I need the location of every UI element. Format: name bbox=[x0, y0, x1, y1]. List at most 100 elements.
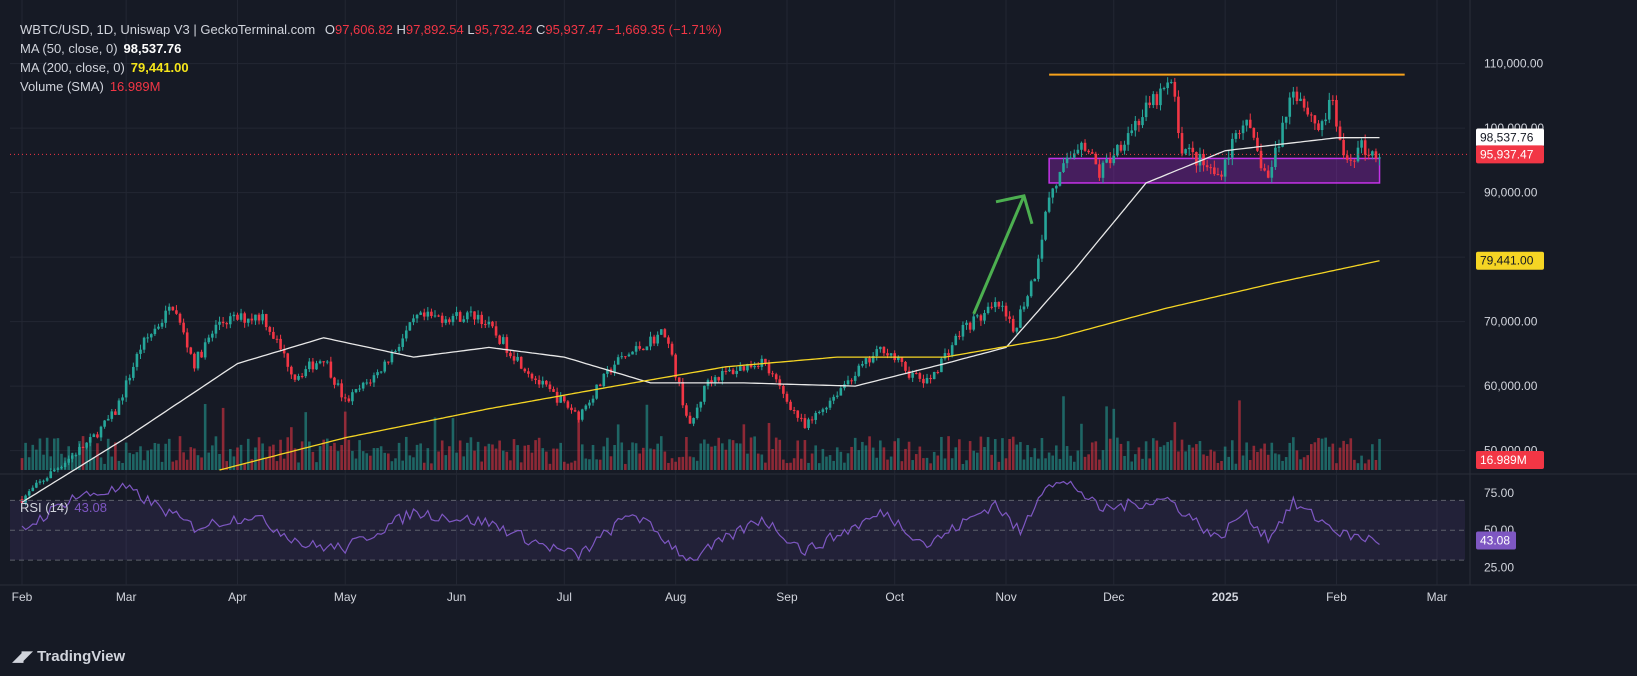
candle-body bbox=[1281, 122, 1284, 147]
volume-bar bbox=[545, 451, 548, 470]
close-value: 95,937.47 bbox=[545, 22, 604, 37]
candle-body bbox=[1155, 94, 1159, 106]
volume-bar bbox=[1349, 438, 1353, 470]
candle-body bbox=[857, 365, 861, 376]
volume-bar bbox=[1047, 452, 1051, 470]
volume-bar bbox=[882, 447, 886, 470]
volume-bar bbox=[889, 456, 893, 470]
volume-bar bbox=[1238, 400, 1241, 470]
candle-body bbox=[703, 385, 706, 402]
candle-body bbox=[268, 327, 272, 332]
volume-bar bbox=[846, 453, 850, 470]
volume-bar bbox=[699, 443, 703, 470]
candle-body bbox=[491, 321, 494, 327]
volume-bar bbox=[1288, 442, 1292, 470]
price-tick-label: 110,000.00 bbox=[1484, 57, 1543, 71]
volume-bar bbox=[1270, 442, 1274, 470]
volume-bar bbox=[624, 463, 627, 470]
candle-body bbox=[35, 482, 38, 488]
volume-bar bbox=[875, 457, 879, 470]
volume-bar bbox=[616, 424, 620, 470]
time-tick-label: Sep bbox=[776, 590, 798, 604]
volume-bar bbox=[1141, 458, 1144, 470]
price-marker-label: 16.989M bbox=[1480, 453, 1527, 467]
volume-bar bbox=[185, 459, 189, 470]
candle-body bbox=[480, 314, 483, 325]
candle-body bbox=[692, 418, 695, 424]
volume-bar bbox=[828, 455, 832, 470]
volume-bar bbox=[947, 436, 950, 470]
candle-body bbox=[519, 356, 523, 369]
volume-bar bbox=[347, 439, 351, 470]
volume-bar bbox=[1310, 444, 1313, 470]
candle-body bbox=[756, 366, 760, 368]
rsi-legend[interactable]: RSI (14) 43.08 bbox=[20, 500, 107, 515]
volume-bar bbox=[904, 448, 907, 470]
volume-row[interactable]: Volume (SMA) 16.989M bbox=[20, 77, 722, 96]
candle-body bbox=[203, 342, 207, 358]
volume-bar bbox=[476, 441, 480, 470]
volume-bar bbox=[692, 457, 695, 470]
volume-bar bbox=[1022, 459, 1026, 470]
candle-body bbox=[889, 353, 893, 356]
volume-bar bbox=[965, 460, 968, 470]
candle-body bbox=[1266, 170, 1270, 178]
volume-bar bbox=[914, 454, 918, 470]
candle-body bbox=[444, 319, 448, 323]
candle-body bbox=[670, 343, 674, 355]
price-chart[interactable]: 50,000.0060,000.0070,000.0080,000.0090,0… bbox=[0, 0, 1637, 676]
candle-body bbox=[598, 384, 602, 387]
candle-body bbox=[221, 321, 225, 324]
candle-body bbox=[588, 402, 591, 406]
volume-bar bbox=[879, 440, 882, 470]
price-tick-label: 70,000.00 bbox=[1484, 315, 1538, 329]
candle-body bbox=[1094, 153, 1098, 165]
candle-body bbox=[1123, 144, 1126, 151]
candle-body bbox=[193, 353, 196, 369]
volume-bar bbox=[512, 439, 516, 470]
volume-bar bbox=[394, 458, 397, 470]
volume-bar bbox=[552, 448, 555, 470]
high-label: H bbox=[396, 22, 406, 37]
volume-bar bbox=[297, 462, 300, 470]
candle-body bbox=[803, 418, 807, 428]
volume-bar bbox=[175, 460, 178, 470]
candle-body bbox=[922, 378, 925, 384]
volume-bar bbox=[656, 443, 659, 470]
candle-body bbox=[523, 368, 527, 372]
volume-bar bbox=[132, 454, 135, 470]
volume-bar bbox=[401, 460, 404, 470]
volume-bar bbox=[387, 453, 390, 470]
volume-bar bbox=[559, 442, 563, 470]
time-tick-label: 2025 bbox=[1212, 590, 1239, 604]
volume-bar bbox=[473, 450, 476, 470]
candle-body bbox=[943, 353, 947, 359]
volume-bar bbox=[1098, 459, 1101, 470]
ma200-label: MA (200, close, 0) bbox=[20, 60, 125, 75]
volume-bar bbox=[422, 462, 426, 470]
price-marker-label: 79,441.00 bbox=[1480, 254, 1534, 268]
candle-body bbox=[1220, 174, 1223, 177]
volume-bar bbox=[282, 458, 286, 470]
volume-bar bbox=[1101, 450, 1105, 470]
candle-body bbox=[832, 396, 835, 401]
volume-bar bbox=[1026, 445, 1029, 470]
tradingview-logo[interactable]: ◢◤ TradingView bbox=[12, 647, 125, 666]
volume-bar bbox=[857, 450, 861, 470]
candle-body bbox=[1040, 239, 1044, 259]
volume-bar bbox=[1241, 455, 1245, 470]
symbol-row[interactable]: WBTC/USD, 1D, Uniswap V3 | GeckoTerminal… bbox=[20, 20, 722, 39]
volume-bar bbox=[214, 436, 218, 470]
candle-body bbox=[1058, 171, 1062, 186]
volume-bar bbox=[986, 437, 990, 470]
ma200-row[interactable]: MA (200, close, 0) 79,441.00 bbox=[20, 58, 722, 77]
high-value: 97,892.54 bbox=[405, 22, 464, 37]
ma50-row[interactable]: MA (50, close, 0) 98,537.76 bbox=[20, 39, 722, 58]
candle-body bbox=[250, 318, 254, 321]
candle-body bbox=[56, 468, 60, 470]
candle-body bbox=[545, 380, 548, 385]
candle-body bbox=[792, 409, 796, 411]
candle-body bbox=[157, 326, 160, 329]
volume-bar bbox=[911, 460, 914, 470]
time-tick-label: Apr bbox=[228, 590, 247, 604]
